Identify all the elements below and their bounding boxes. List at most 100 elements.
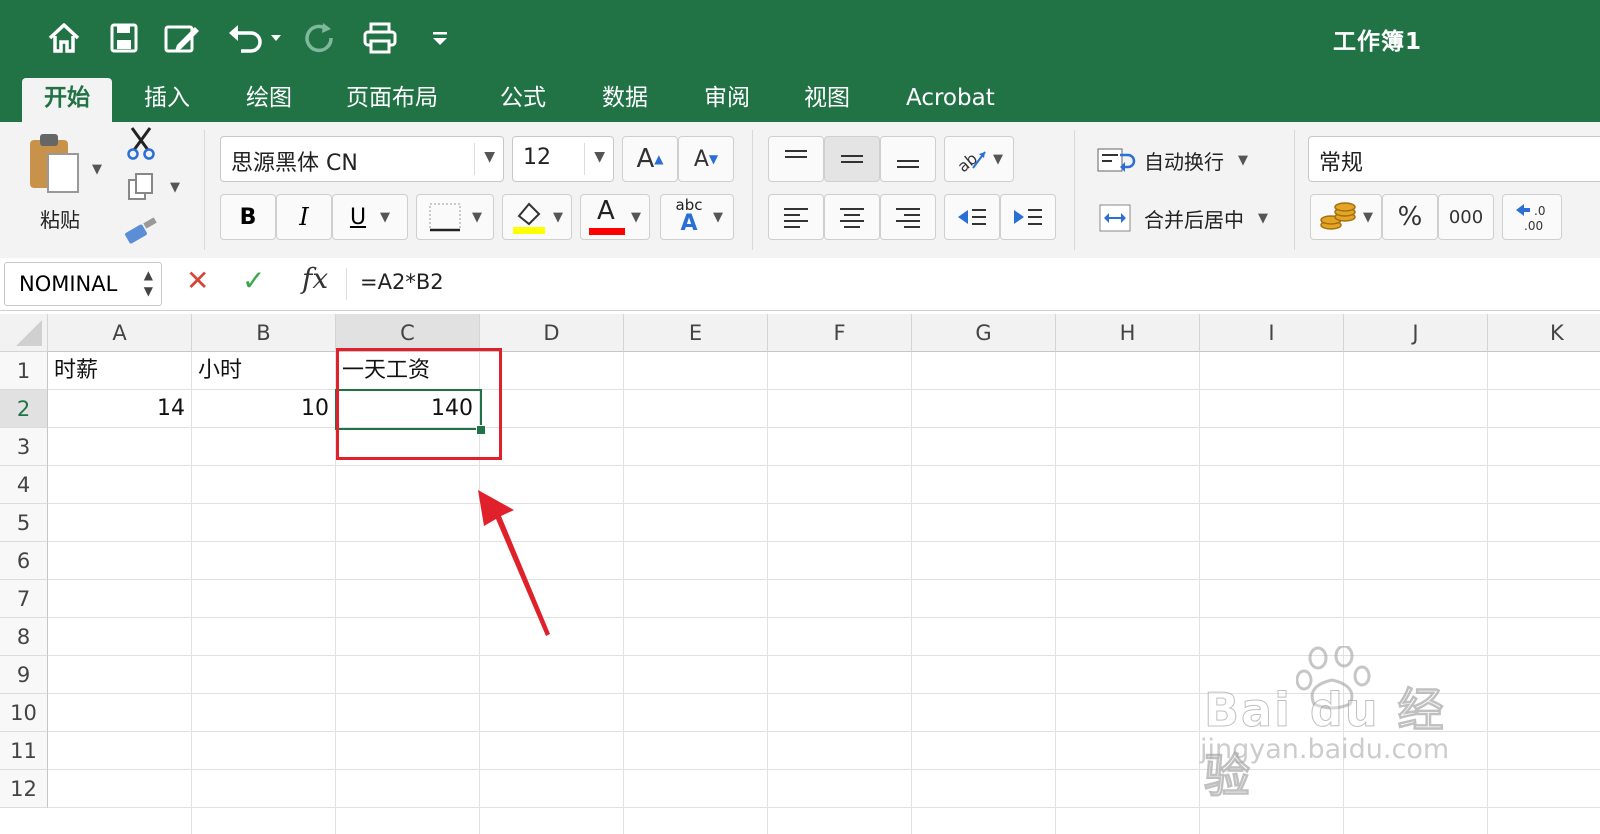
align-center-button[interactable] — [824, 194, 880, 240]
column-header-d[interactable]: D — [480, 314, 624, 352]
column-header-h[interactable]: H — [1056, 314, 1200, 352]
font-name-value: 思源黑体 CN — [231, 151, 358, 176]
undo-icon[interactable] — [226, 18, 288, 58]
row-header-10[interactable]: 10 — [0, 694, 48, 732]
column-header-j[interactable]: J — [1344, 314, 1488, 352]
row-header-9[interactable]: 9 — [0, 656, 48, 694]
phonetic-bottom: A — [680, 211, 698, 236]
row-header-7[interactable]: 7 — [0, 580, 48, 618]
highlight-box — [336, 348, 502, 460]
column-header-f[interactable]: F — [768, 314, 912, 352]
paste-button[interactable]: ▼ 粘贴 — [22, 132, 108, 232]
ribbon-tabs: 开始 插入 绘图 页面布局 公式 数据 审阅 视图 Acrobat — [0, 70, 1600, 122]
merge-center-label: 合并后居中 — [1144, 207, 1244, 232]
cut-icon[interactable] — [126, 126, 156, 160]
row-header-4[interactable]: 4 — [0, 466, 48, 504]
copy-icon — [128, 173, 153, 200]
tab-review[interactable]: 审阅 — [682, 78, 772, 122]
cell-a1[interactable]: 时薪 — [48, 352, 192, 390]
align-left-button[interactable] — [768, 194, 824, 240]
row-header-12[interactable]: 12 — [0, 770, 48, 808]
percent-style-button[interactable]: % — [1382, 194, 1438, 240]
font-name-select[interactable]: 思源黑体 CN ▼ — [220, 136, 504, 182]
insert-function-icon[interactable]: fx — [302, 262, 328, 295]
decrease-indent-button[interactable] — [944, 194, 1000, 240]
column-header-k[interactable]: K — [1488, 314, 1600, 352]
save-icon[interactable] — [104, 18, 144, 58]
number-format-select[interactable]: 常规 — [1308, 136, 1600, 182]
grow-font-button[interactable]: A ▲ — [622, 136, 678, 182]
decrease-indent-icon — [958, 209, 986, 225]
phonetic-guide-button[interactable]: abc A ▼ — [660, 194, 734, 240]
underline-letter: U — [349, 204, 367, 230]
increase-indent-button[interactable] — [1000, 194, 1056, 240]
paste-dropdown-arrow[interactable]: ▼ — [92, 162, 102, 177]
customize-toolbar-icon[interactable] — [420, 18, 460, 58]
comma-style-button[interactable]: 000 — [1438, 194, 1494, 240]
italic-button[interactable]: I — [276, 194, 332, 240]
increase-decimal-icon: .0.00 — [1516, 204, 1545, 233]
number-format-value: 常规 — [1319, 151, 1364, 176]
row-header-1[interactable]: 1 — [0, 352, 48, 390]
column-header-g[interactable]: G — [912, 314, 1056, 352]
borders-icon — [429, 203, 461, 232]
align-right-button[interactable] — [880, 194, 936, 240]
column-header-i[interactable]: I — [1200, 314, 1344, 352]
font-color-button[interactable]: A ▼ — [580, 194, 650, 240]
row-header-2[interactable]: 2 — [0, 390, 48, 428]
row-header-5[interactable]: 5 — [0, 504, 48, 542]
align-middle-button[interactable] — [824, 136, 880, 182]
tab-home[interactable]: 开始 — [22, 78, 112, 122]
tab-insert[interactable]: 插入 — [122, 78, 212, 122]
align-bottom-button[interactable] — [880, 136, 936, 182]
tab-acrobat[interactable]: Acrobat — [884, 78, 1017, 122]
cell-b2[interactable]: 10 — [192, 390, 336, 428]
tab-draw[interactable]: 绘图 — [224, 78, 314, 122]
edit-document-icon[interactable] — [162, 18, 202, 58]
row-header-8[interactable]: 8 — [0, 618, 48, 656]
orientation-button[interactable]: ab ▼ — [944, 136, 1014, 182]
percent-label: % — [1397, 202, 1423, 232]
cancel-icon[interactable]: ✕ — [186, 264, 209, 297]
column-header-a[interactable]: A — [48, 314, 192, 352]
home-icon[interactable] — [44, 18, 84, 58]
bold-button[interactable]: B — [220, 194, 276, 240]
formula-input[interactable]: =A2*B2 — [360, 270, 444, 294]
borders-button[interactable]: ▼ — [416, 194, 494, 240]
cell-b1[interactable]: 小时 — [192, 352, 336, 390]
redo-icon[interactable] — [300, 18, 340, 58]
column-header-b[interactable]: B — [192, 314, 336, 352]
accounting-format-button[interactable]: ▼ — [1310, 194, 1382, 240]
name-box[interactable]: NOMINAL ▲ ▼ — [4, 262, 162, 306]
merge-center-button[interactable]: 合并后居中 ▼ — [1096, 198, 1286, 238]
row-header-6[interactable]: 6 — [0, 542, 48, 580]
cell-a2[interactable]: 14 — [48, 390, 192, 428]
name-box-stepper-icon[interactable]: ▲ ▼ — [144, 267, 153, 299]
select-all-button[interactable] — [0, 314, 48, 352]
copy-dropdown-arrow[interactable]: ▼ — [170, 180, 180, 195]
row-header-11[interactable]: 11 — [0, 732, 48, 770]
print-icon[interactable] — [360, 18, 400, 58]
tab-page-layout[interactable]: 页面布局 — [324, 78, 460, 122]
enter-icon[interactable]: ✓ — [242, 264, 265, 297]
tab-formulas[interactable]: 公式 — [478, 78, 568, 122]
underline-button[interactable]: U ▼ — [332, 194, 408, 240]
wrap-text-icon — [1097, 148, 1136, 172]
column-header-e[interactable]: E — [624, 314, 768, 352]
wrap-text-label: 自动换行 — [1144, 149, 1224, 174]
title-bar: 工作簿1 — [0, 0, 1600, 80]
copy-button[interactable]: ▼ — [126, 172, 186, 204]
svg-text:.0: .0 — [1534, 204, 1545, 218]
increase-decimal-button[interactable]: .0.00 — [1502, 194, 1562, 240]
wrap-text-button[interactable]: 自动换行 ▼ — [1096, 140, 1286, 180]
font-size-select[interactable]: 12 ▼ — [512, 136, 614, 182]
tab-view[interactable]: 视图 — [782, 78, 872, 122]
chevron-down-icon: ▼ — [472, 209, 482, 225]
row-header-3[interactable]: 3 — [0, 428, 48, 466]
column-header-c[interactable]: C — [336, 314, 480, 352]
shrink-font-button[interactable]: A ▼ — [678, 136, 734, 182]
format-painter-icon[interactable] — [124, 216, 160, 248]
fill-color-button[interactable]: ▼ — [502, 194, 572, 240]
tab-data[interactable]: 数据 — [580, 78, 670, 122]
align-top-button[interactable] — [768, 136, 824, 182]
